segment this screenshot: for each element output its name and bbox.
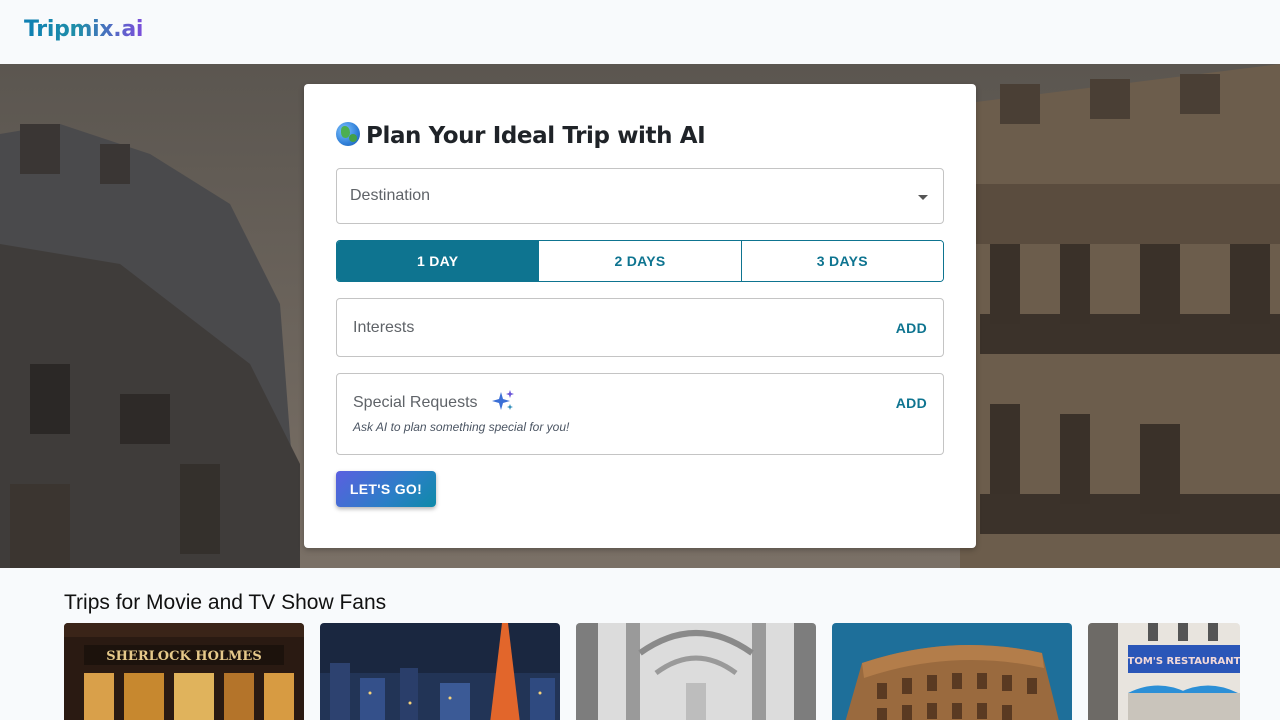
paris-bridge-image	[576, 623, 816, 720]
top-bar: Tripmix.ai	[0, 0, 1280, 64]
destination-select[interactable]: Destination	[336, 168, 944, 224]
destination-label: Destination	[350, 187, 431, 204]
trip-cards-row: SHERLOCK HOLMES TOM'S RESTAURANT	[64, 623, 1240, 720]
special-requests-field[interactable]: Special Requests ADD Ask AI to plan some…	[336, 373, 944, 455]
planner-title-text: Plan Your Ideal Trip with AI	[366, 123, 706, 149]
interests-field[interactable]: Interests ADD	[336, 298, 944, 357]
add-special-requests-button[interactable]: ADD	[896, 395, 927, 411]
trip-card-new-york[interactable]: TOM'S RESTAURANT	[1088, 623, 1240, 720]
add-interests-button[interactable]: ADD	[896, 320, 927, 336]
logo[interactable]: Tripmix.ai	[24, 17, 143, 42]
sparkle-icon	[492, 390, 514, 410]
toms-restaurant-image: TOM'S RESTAURANT	[1088, 623, 1240, 720]
planner-title: Plan Your Ideal Trip with AI	[336, 122, 706, 149]
trip-card-paris-bridge[interactable]	[576, 623, 816, 720]
rome-colosseum-image	[832, 623, 1072, 720]
day-option-2[interactable]: 2 DAYS	[539, 241, 742, 281]
sherlock-sign-text: SHERLOCK HOLMES	[106, 649, 261, 664]
chevron-down-icon[interactable]	[918, 195, 928, 200]
sherlock-holmes-pub-image: SHERLOCK HOLMES	[64, 623, 304, 720]
section-title: Trips for Movie and TV Show Fans	[64, 591, 387, 614]
special-requests-label: Special Requests	[353, 394, 478, 411]
tokyo-night-skyline-image	[320, 623, 560, 720]
day-option-1[interactable]: 1 DAY	[337, 241, 540, 281]
lets-go-button[interactable]: LET'S GO!	[336, 471, 436, 507]
globe-icon	[336, 122, 360, 146]
toms-sign-text: TOM'S RESTAURANT	[1128, 656, 1240, 667]
trip-length-toggle: 1 DAY 2 DAYS 3 DAYS	[336, 240, 944, 282]
trip-card-sherlock[interactable]: SHERLOCK HOLMES	[64, 623, 304, 720]
special-requests-hint: Ask AI to plan something special for you…	[353, 420, 570, 434]
day-option-3[interactable]: 3 DAYS	[741, 241, 943, 281]
trip-planner-card: Plan Your Ideal Trip with AI Destination…	[304, 84, 976, 548]
trip-card-rome[interactable]	[832, 623, 1072, 720]
trip-card-tokyo[interactable]	[320, 623, 560, 720]
interests-label: Interests	[353, 319, 415, 336]
